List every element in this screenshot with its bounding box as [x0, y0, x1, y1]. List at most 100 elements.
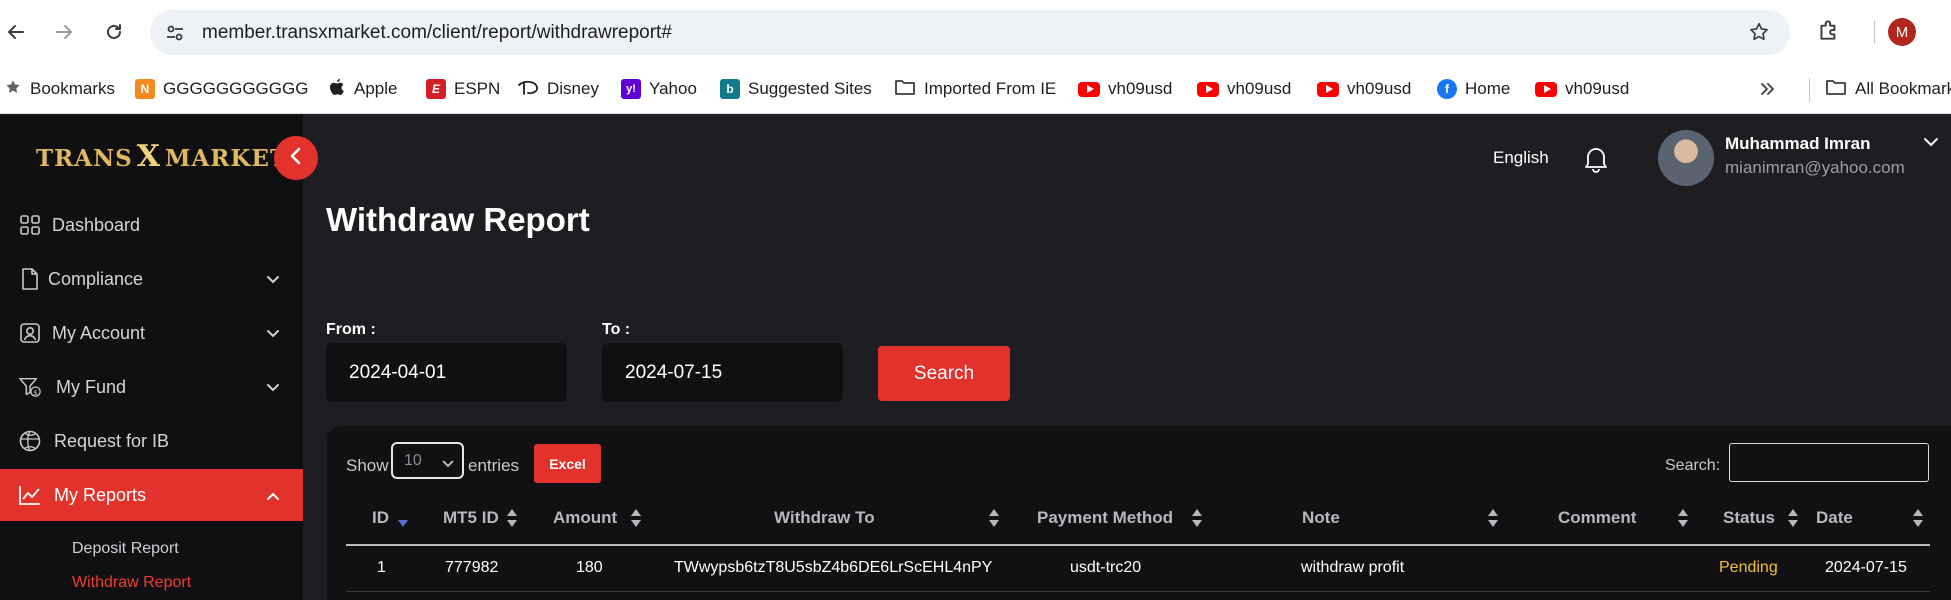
to-label: To :: [602, 321, 631, 338]
bookmark-star-icon[interactable]: [1748, 21, 1770, 48]
chart-line-icon: [18, 483, 42, 507]
chevron-down-icon: [266, 377, 280, 398]
column-header-comment[interactable]: Comment: [1558, 508, 1636, 528]
browser-profile-avatar[interactable]: M: [1888, 18, 1916, 46]
user-menu-chevron-down-icon[interactable]: [1923, 135, 1939, 153]
show-label: Show: [346, 456, 389, 475]
folder-icon: [894, 78, 916, 101]
sidebar-subitem-withdraw-report[interactable]: Withdraw Report: [72, 574, 191, 592]
excel-export-button[interactable]: Excel: [534, 444, 601, 483]
column-header-payment-method[interactable]: Payment Method: [1037, 508, 1173, 528]
language-selector[interactable]: English: [1493, 148, 1549, 168]
sort-both-icon[interactable]: [1677, 508, 1689, 528]
column-header-mt5-id[interactable]: MT5 ID: [443, 508, 499, 528]
bookmark-home[interactable]: f Home: [1437, 74, 1510, 104]
chevron-left-icon: [289, 147, 303, 170]
bookmark-yahoo[interactable]: y! Yahoo: [621, 74, 697, 104]
status-badge: Pending: [1719, 559, 1778, 576]
column-header-note[interactable]: Note: [1302, 508, 1340, 528]
chevron-down-icon: [266, 269, 280, 290]
user-email: mianimran@yahoo.com: [1725, 158, 1905, 177]
cell-date: 2024-07-15: [1825, 559, 1907, 576]
bookmark-bookmarks[interactable]: Bookmarks: [4, 74, 115, 104]
column-header-status[interactable]: Status: [1723, 508, 1775, 528]
sidebar-subitem-deposit-report[interactable]: Deposit Report: [72, 540, 179, 558]
sort-both-icon[interactable]: [988, 508, 1000, 528]
table-search-input[interactable]: [1729, 443, 1929, 482]
to-date-input[interactable]: 2024-07-15: [602, 343, 843, 402]
extensions-puzzle-icon[interactable]: [1816, 17, 1842, 48]
bookmark-disney[interactable]: Disney: [517, 74, 599, 104]
notification-bell-icon[interactable]: [1583, 145, 1609, 178]
reload-icon[interactable]: [98, 16, 130, 48]
bing-icon: b: [720, 79, 740, 99]
table-row-divider: [346, 591, 1930, 592]
column-header-withdraw-to[interactable]: Withdraw To: [774, 508, 875, 528]
report-table-card: Show 10 entries Excel Search: ID MT5 ID …: [327, 426, 1951, 600]
avatar[interactable]: [1658, 130, 1714, 186]
cell-withdraw-to: TWwypsb6tzT8U5sbZ4b6DE6LrScEHL4nPY: [674, 559, 993, 576]
sort-both-icon[interactable]: [506, 508, 518, 528]
bookmark-imported-from-ie[interactable]: Imported From IE: [894, 74, 1056, 104]
sidebar-item-request-for-ib[interactable]: Request for IB: [0, 415, 303, 467]
cell-id: 1: [377, 559, 386, 576]
folder-icon: [1825, 78, 1847, 101]
sort-both-icon[interactable]: [1191, 508, 1203, 528]
cell-amount: 180: [576, 559, 603, 576]
youtube-icon: [1197, 81, 1219, 97]
youtube-icon: [1535, 81, 1557, 97]
chevron-down-icon: [442, 455, 454, 473]
user-icon: [18, 321, 42, 345]
document-icon: [18, 267, 42, 291]
bookmark-espn[interactable]: E ESPN: [426, 74, 500, 104]
youtube-icon: [1078, 81, 1100, 97]
forward-arrow-icon[interactable]: [48, 16, 80, 48]
ib-icon: [18, 429, 42, 453]
column-header-amount[interactable]: Amount: [553, 508, 617, 528]
more-bookmarks-chevron-icon[interactable]: [1759, 74, 1777, 104]
sort-desc-icon[interactable]: [397, 516, 409, 536]
fund-icon: $: [18, 375, 42, 399]
bookmark-suggested-sites[interactable]: b Suggested Sites: [720, 74, 872, 104]
bookmarks-divider: [1809, 78, 1810, 102]
address-bar[interactable]: member.transxmarket.com/client/report/wi…: [150, 10, 1790, 55]
n-square-icon: N: [135, 79, 155, 99]
from-label: From :: [326, 321, 376, 338]
bookmark-all-bookmarks[interactable]: All Bookmarks: [1825, 74, 1951, 104]
sidebar-item-dashboard[interactable]: Dashboard: [0, 199, 303, 251]
table-search-label: Search:: [1665, 457, 1721, 474]
entries-select[interactable]: 10: [391, 442, 464, 479]
from-date-input[interactable]: 2024-04-01: [326, 343, 567, 402]
back-arrow-icon[interactable]: [0, 16, 32, 48]
brand-logo[interactable]: TRANS X MARKETS: [36, 139, 306, 174]
sort-both-icon[interactable]: [1487, 508, 1499, 528]
entries-label: entries: [468, 456, 520, 475]
chevron-up-icon: [266, 485, 280, 506]
bookmark-vh09usd-4[interactable]: vh09usd: [1535, 74, 1629, 104]
sidebar-item-compliance[interactable]: Compliance: [0, 253, 303, 305]
user-name: Muhammad Imran: [1725, 134, 1871, 153]
browser-toolbar: member.transxmarket.com/client/report/wi…: [0, 0, 1951, 64]
disney-icon: [517, 78, 539, 101]
star-icon: [4, 78, 22, 101]
bookmark-vh09usd-2[interactable]: vh09usd: [1197, 74, 1291, 104]
sidebar-item-my-account[interactable]: My Account: [0, 307, 303, 359]
column-header-id[interactable]: ID: [372, 508, 389, 528]
column-header-date[interactable]: Date: [1816, 508, 1853, 528]
search-button[interactable]: Search: [878, 346, 1010, 401]
sort-both-icon[interactable]: [630, 508, 642, 528]
sort-both-icon[interactable]: [1787, 508, 1799, 528]
table-header-divider: [346, 544, 1930, 546]
url-text[interactable]: member.transxmarket.com/client/report/wi…: [202, 22, 672, 44]
apple-icon: [328, 77, 346, 102]
sidebar-item-my-fund[interactable]: $ My Fund: [0, 361, 303, 413]
bookmark-apple[interactable]: Apple: [328, 74, 397, 104]
site-settings-icon[interactable]: [164, 22, 186, 44]
bookmark-gggg[interactable]: N GGGGGGGGGGG: [135, 74, 308, 104]
cell-mt5-id: 777982: [445, 559, 499, 576]
sidebar-item-my-reports[interactable]: My Reports: [0, 469, 303, 521]
bookmark-vh09usd-3[interactable]: vh09usd: [1317, 74, 1411, 104]
sidebar-collapse-button[interactable]: [274, 136, 318, 180]
sort-both-icon[interactable]: [1912, 508, 1924, 528]
bookmark-vh09usd-1[interactable]: vh09usd: [1078, 74, 1172, 104]
